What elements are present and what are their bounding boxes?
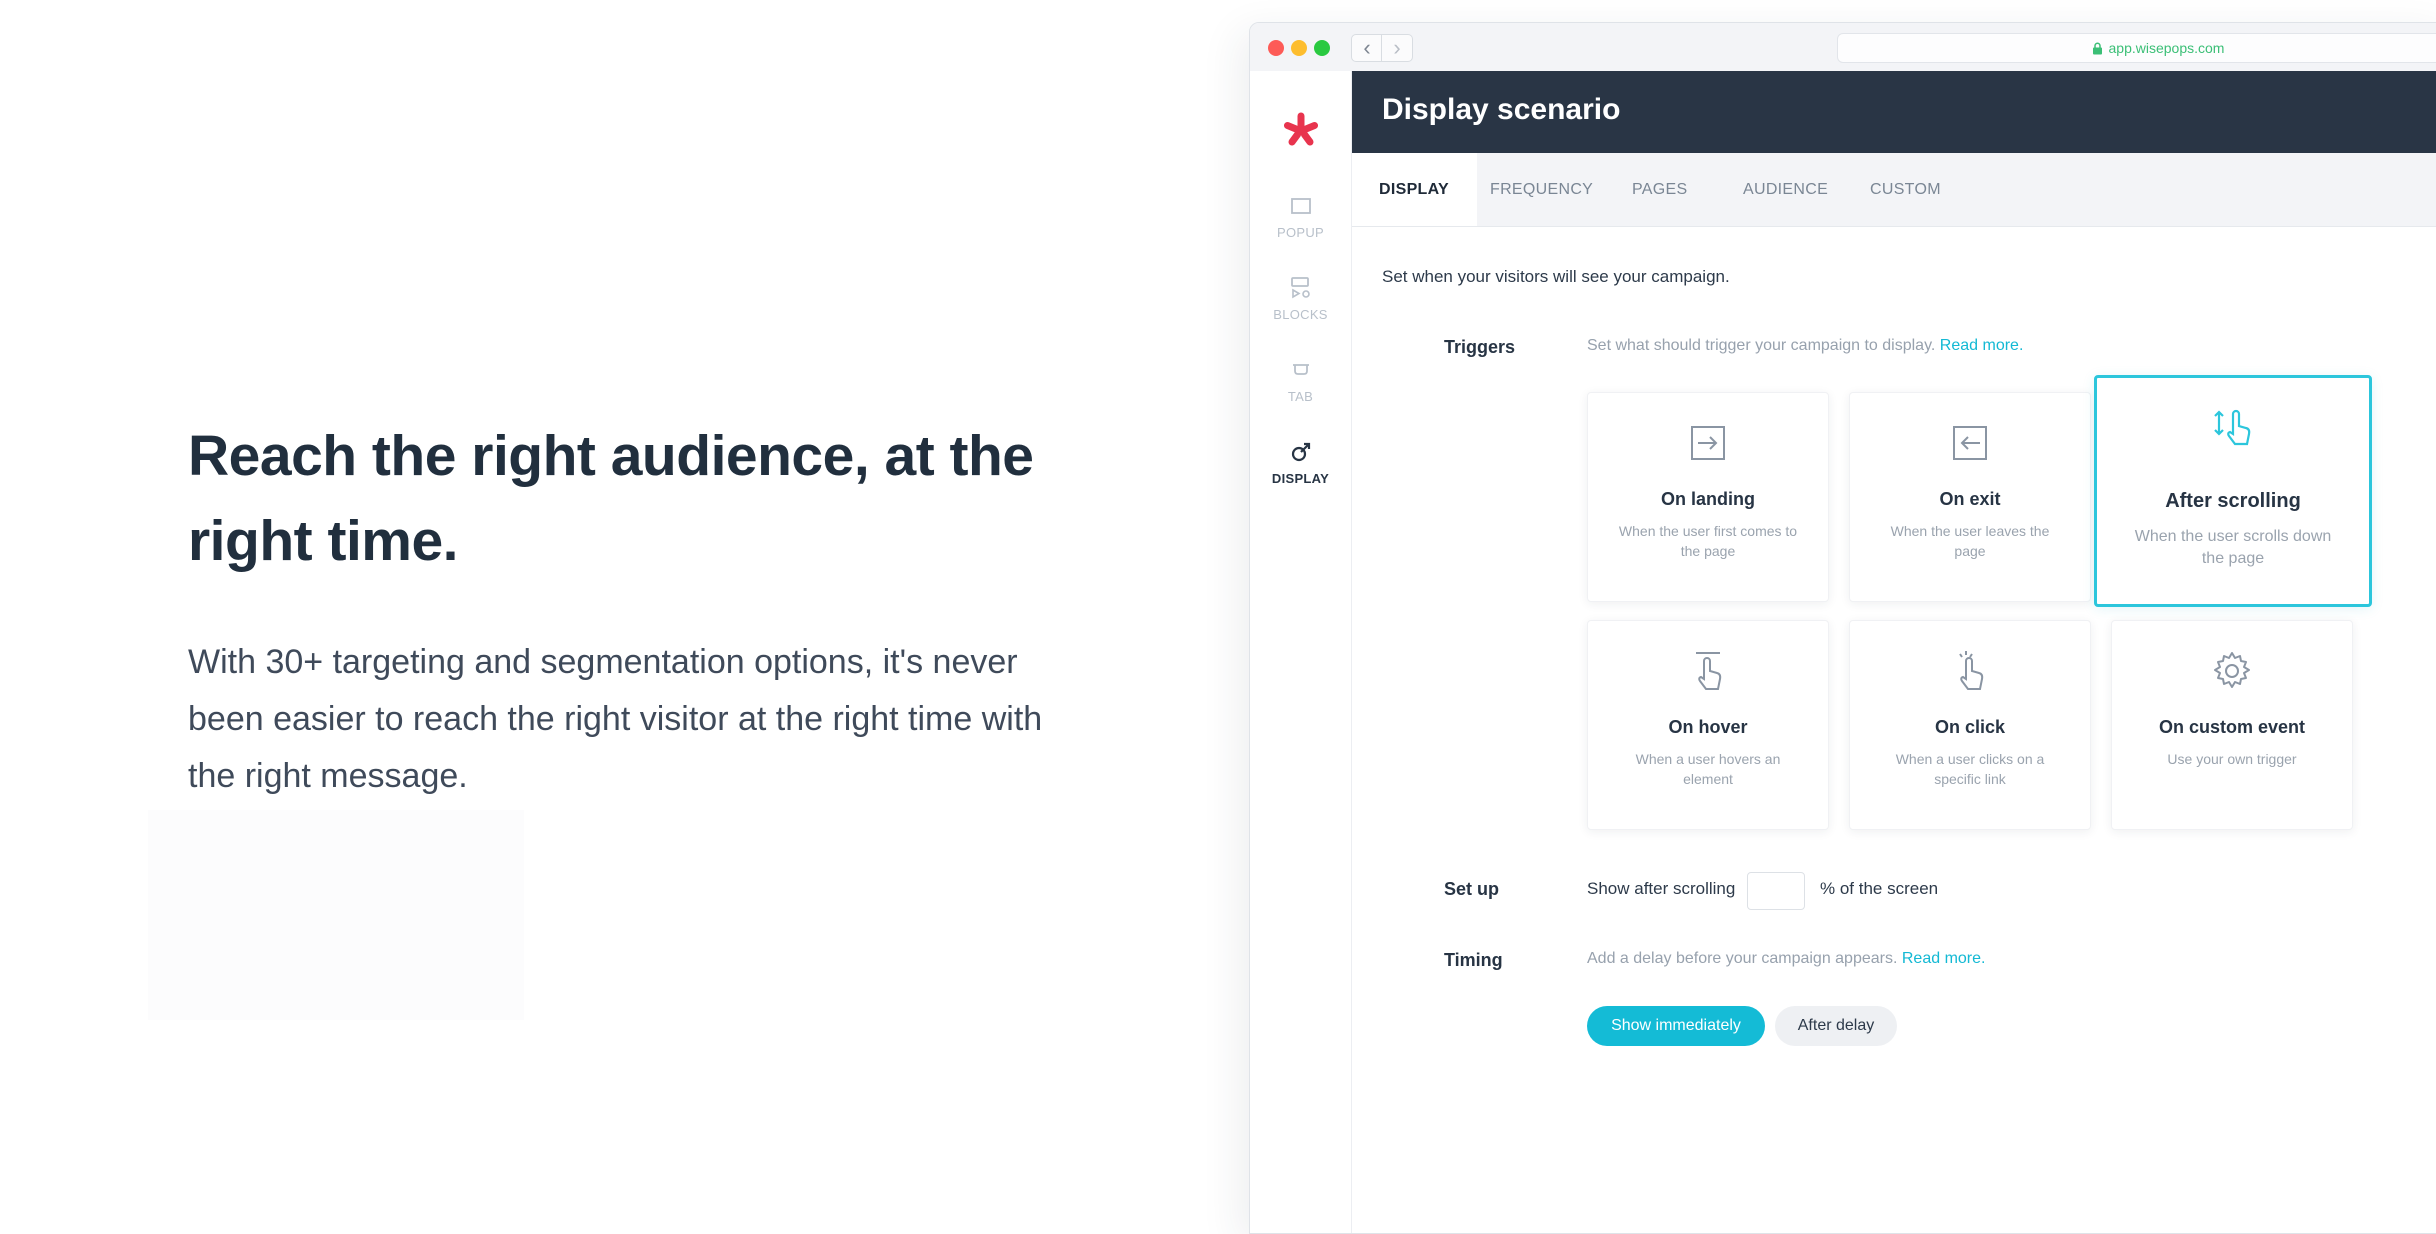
tab-pages[interactable]: PAGES — [1632, 153, 1687, 226]
tab-bar: DISPLAY FREQUENCY PAGES AUDIENCE CUSTOM — [1352, 153, 2436, 227]
minimize-window-button[interactable] — [1291, 40, 1307, 56]
card-description: Use your own trigger — [2167, 751, 2297, 767]
close-window-button[interactable] — [1268, 40, 1284, 56]
chevron-right-icon: › — [1393, 35, 1401, 60]
popup-icon — [1290, 198, 1311, 214]
show-immediately-button[interactable]: Show immediately — [1587, 1006, 1765, 1046]
page-header: Display scenario — [1352, 71, 2436, 153]
display-icon — [1291, 442, 1310, 462]
sidebar-item-tab[interactable]: TAB — [1250, 357, 1351, 404]
browser-toolbar: ‹ › app.wisepops.com — [1250, 23, 2436, 72]
sidebar-item-popup[interactable]: POPUP — [1250, 193, 1351, 240]
gear-icon — [2214, 652, 2250, 688]
display-settings: Set when your visitors will see your cam… — [1352, 227, 2436, 1233]
maximize-window-button[interactable] — [1314, 40, 1330, 56]
background-panel — [148, 810, 524, 1020]
card-title: On click — [1934, 717, 2006, 737]
trigger-card-after-scrolling[interactable]: After scrolling When the user scrolls do… — [2094, 375, 2372, 607]
lock-icon — [2092, 42, 2102, 54]
card-description: When the user scrolls down the page — [2134, 528, 2332, 567]
trigger-card-on-exit[interactable]: On exit When the user leaves the page — [1849, 392, 2091, 602]
trigger-card-on-click[interactable]: On click When a user clicks on a specifi… — [1849, 620, 2091, 830]
tab-audience[interactable]: AUDIENCE — [1743, 153, 1828, 226]
sidebar-item-label: DISPLAY — [1271, 471, 1330, 486]
setup-label: Set up — [1444, 879, 1500, 899]
triggers-read-more-link[interactable]: Read more. — [1940, 337, 2024, 354]
card-description: When a user clicks on a specific link — [1895, 751, 2045, 787]
card-title: On custom event — [2158, 717, 2306, 737]
tab-icon — [1292, 364, 1309, 375]
trigger-card-on-hover[interactable]: On hover When a user hovers an element — [1587, 620, 1829, 830]
blocks-icon — [1290, 277, 1310, 299]
hero-section: Reach the right audience, at the right t… — [188, 414, 1088, 805]
sidebar-item-label: TAB — [1287, 389, 1314, 404]
hover-hand-icon — [1696, 652, 1722, 690]
card-title: After scrolling — [2165, 490, 2301, 512]
app-sidebar: POPUP BLOCKS TAB DISPLAY — [1250, 71, 1352, 1233]
timing-read-more-link[interactable]: Read more. — [1902, 950, 1986, 967]
triggers-hint-text: Set what should trigger your campaign to… — [1587, 337, 1936, 354]
card-title: On landing — [1661, 489, 1755, 509]
sidebar-item-blocks[interactable]: BLOCKS — [1250, 275, 1351, 322]
triggers-label: Triggers — [1444, 337, 1516, 357]
timing-hint: Add a delay before your campaign appears… — [1587, 950, 1985, 968]
sidebar-item-label: BLOCKS — [1273, 307, 1328, 322]
after-delay-button[interactable]: After delay — [1775, 1006, 1897, 1046]
hero-description: With 30+ targeting and segmentation opti… — [188, 643, 1043, 795]
sidebar-item-label: POPUP — [1276, 225, 1324, 240]
address-bar[interactable]: app.wisepops.com — [1837, 33, 2436, 63]
card-description: When the user first comes to the page — [1618, 523, 1798, 559]
back-button[interactable]: ‹ — [1351, 34, 1383, 62]
intro-text: Set when your visitors will see your cam… — [1382, 267, 1730, 286]
tab-frequency[interactable]: FREQUENCY — [1490, 153, 1593, 226]
scroll-hand-icon — [2214, 409, 2251, 446]
page-title: Display scenario — [1382, 93, 1621, 126]
timing-label: Timing — [1444, 950, 1503, 970]
forward-button[interactable]: › — [1381, 34, 1413, 62]
timing-hint-text: Add a delay before your campaign appears… — [1587, 950, 1898, 967]
tab-custom[interactable]: CUSTOM — [1870, 153, 1941, 226]
card-title: On hover — [1668, 717, 1748, 737]
card-description: When a user hovers an element — [1635, 751, 1781, 787]
trigger-card-on-landing[interactable]: On landing When the user first comes to … — [1587, 392, 1829, 602]
trigger-card-on-custom-event[interactable]: On custom event Use your own trigger — [2111, 620, 2353, 830]
click-hand-icon — [1959, 651, 1984, 690]
tab-display[interactable]: DISPLAY — [1352, 153, 1477, 226]
card-title: On exit — [1939, 489, 2001, 509]
exit-icon — [1953, 426, 1987, 460]
url-text: app.wisepops.com — [2108, 40, 2225, 56]
scroll-percent-input[interactable] — [1747, 872, 1805, 910]
enter-icon — [1691, 426, 1725, 460]
browser-window: ‹ › app.wisepops.com POPUP BLOCKS TAB DI… — [1249, 22, 2436, 1234]
wisepops-logo-icon[interactable] — [1281, 111, 1321, 151]
hero-title: Reach the right audience, at the right t… — [188, 424, 1034, 573]
card-description: When the user leaves the page — [1890, 523, 2050, 559]
setup-suffix-text: % of the screen — [1820, 879, 1939, 898]
setup-prefix-text: Show after scrolling — [1587, 879, 1736, 898]
triggers-hint: Set what should trigger your campaign to… — [1587, 337, 2023, 355]
sidebar-item-display[interactable]: DISPLAY — [1250, 439, 1351, 486]
chevron-left-icon: ‹ — [1363, 35, 1371, 60]
